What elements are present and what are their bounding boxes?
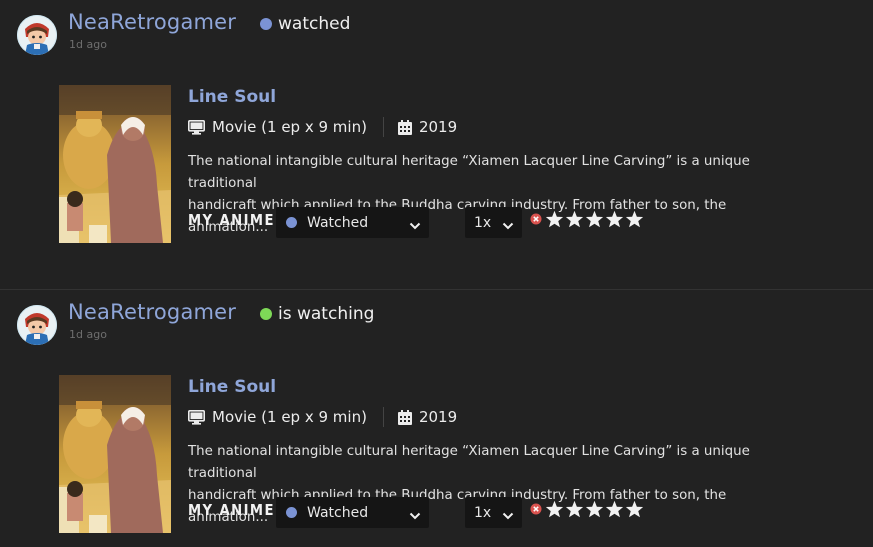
status-dot-icon <box>260 18 272 30</box>
anime-meta: Movie (1 ep x 9 min) 2019 <box>188 407 457 427</box>
rewatch-count-value: 1x <box>474 214 492 231</box>
calendar-icon <box>397 119 412 135</box>
status-dot-icon <box>286 507 297 518</box>
synopsis-line: The national intangible cultural heritag… <box>188 444 750 481</box>
star-icon[interactable] <box>545 500 564 518</box>
activity-status: watched <box>260 14 350 34</box>
chevron-down-icon <box>409 218 421 234</box>
star-icon[interactable] <box>545 210 564 228</box>
avatar[interactable] <box>17 15 57 55</box>
activity-feed: NeaRetrogamer watched 1d ago Line Soul M… <box>0 0 873 547</box>
monitor-icon <box>188 409 205 425</box>
list-status-value: Watched <box>307 214 369 231</box>
star-icon[interactable] <box>585 500 604 518</box>
anime-meta: Movie (1 ep x 9 min) 2019 <box>188 117 457 137</box>
list-status-dropdown[interactable]: Watched <box>276 497 429 528</box>
anime-title-link[interactable]: Line Soul <box>188 377 276 397</box>
star-rating <box>530 210 645 228</box>
star-icon[interactable] <box>625 500 644 518</box>
activity-item: NeaRetrogamer watched 1d ago Line Soul M… <box>0 0 873 290</box>
anime-type: Movie (1 ep x 9 min) <box>212 408 367 426</box>
calendar-icon <box>397 409 412 425</box>
my-anime-label: MY ANIME: <box>188 501 282 519</box>
star-icon[interactable] <box>565 210 584 228</box>
status-dot-icon <box>286 217 297 228</box>
anime-poster[interactable] <box>59 375 171 533</box>
activity-status: is watching <box>260 304 374 324</box>
chevron-down-icon <box>502 218 514 234</box>
timestamp: 1d ago <box>69 328 107 341</box>
rewatch-count-dropdown[interactable]: 1x <box>465 497 522 528</box>
clear-rating-icon[interactable] <box>530 503 542 515</box>
star-rating <box>530 500 645 518</box>
anime-year: 2019 <box>418 118 458 136</box>
avatar[interactable] <box>17 305 57 345</box>
star-icon[interactable] <box>565 500 584 518</box>
user-name-link[interactable]: NeaRetrogamer <box>68 10 236 34</box>
anime-year: 2019 <box>418 408 458 426</box>
star-icon[interactable] <box>605 210 624 228</box>
rewatch-count-dropdown[interactable]: 1x <box>465 207 522 238</box>
rewatch-count-value: 1x <box>474 504 492 521</box>
chevron-down-icon <box>502 508 514 524</box>
status-dot-icon <box>260 308 272 320</box>
meta-divider <box>382 407 384 427</box>
anime-type: Movie (1 ep x 9 min) <box>212 118 367 136</box>
star-icon[interactable] <box>585 210 604 228</box>
meta-divider <box>382 117 384 137</box>
activity-action-text: watched <box>278 14 351 34</box>
activity-action-text: is watching <box>278 304 375 324</box>
list-status-value: Watched <box>307 504 369 521</box>
list-status-dropdown[interactable]: Watched <box>276 207 429 238</box>
anime-title-link[interactable]: Line Soul <box>188 87 276 107</box>
chevron-down-icon <box>409 508 421 524</box>
user-name-link[interactable]: NeaRetrogamer <box>68 300 236 324</box>
clear-rating-icon[interactable] <box>530 213 542 225</box>
synopsis-line: The national intangible cultural heritag… <box>188 154 750 191</box>
my-anime-label: MY ANIME: <box>188 211 282 229</box>
anime-poster[interactable] <box>59 85 171 243</box>
activity-item: NeaRetrogamer is watching 1d ago Line So… <box>0 290 873 547</box>
star-icon[interactable] <box>625 210 644 228</box>
monitor-icon <box>188 119 205 135</box>
star-icon[interactable] <box>605 500 624 518</box>
timestamp: 1d ago <box>69 38 107 51</box>
